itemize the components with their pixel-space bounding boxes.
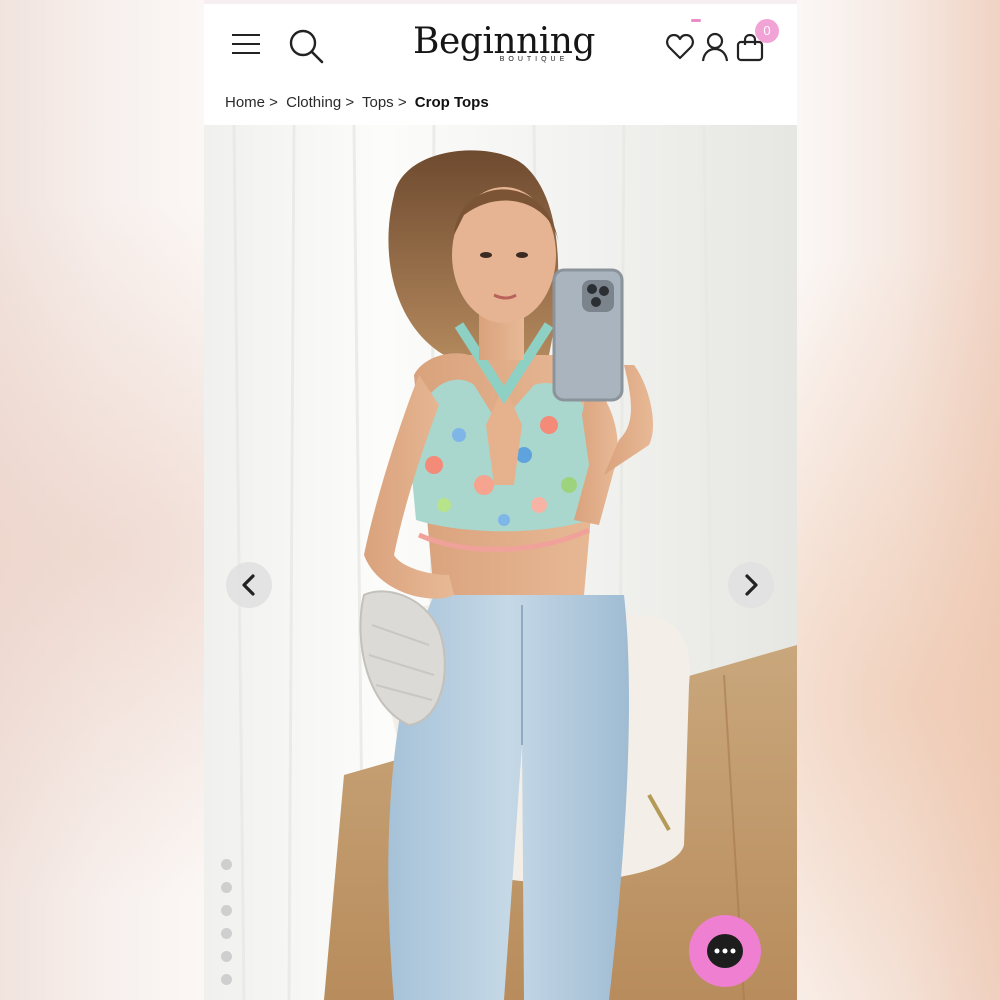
user-icon[interactable]	[701, 32, 729, 62]
pagination-dot[interactable]	[221, 974, 232, 985]
brand-logo[interactable]: Beginning BOUTIQUE	[404, 22, 604, 64]
chat-button[interactable]	[689, 915, 761, 987]
pagination-dot[interactable]	[221, 928, 232, 939]
gallery-pagination	[221, 859, 232, 997]
pagination-dot[interactable]	[221, 951, 232, 962]
chat-icon	[707, 934, 743, 968]
notification-dot	[691, 19, 701, 22]
menu-icon[interactable]	[232, 34, 262, 56]
chevron-left-icon	[242, 574, 255, 596]
model-photo	[204, 125, 797, 1000]
site-header: Beginning BOUTIQUE 0	[204, 4, 797, 88]
pagination-dot[interactable]	[221, 905, 232, 916]
breadcrumb: Home > Clothing > Tops > Crop Tops	[225, 94, 493, 111]
prev-image-button[interactable]	[226, 562, 272, 608]
cart-count-badge: 0	[755, 19, 779, 43]
mobile-page: Beginning BOUTIQUE 0 Home > Clothing > T…	[204, 0, 797, 1000]
breadcrumb-current: Crop Tops	[414, 94, 489, 111]
search-icon[interactable]	[288, 28, 326, 66]
heart-icon[interactable]	[666, 34, 694, 60]
pagination-dot[interactable]	[221, 859, 232, 870]
breadcrumb-clothing[interactable]: Clothing >	[286, 94, 354, 111]
product-image-gallery[interactable]	[204, 125, 797, 1000]
breadcrumb-tops[interactable]: Tops >	[362, 94, 407, 111]
pagination-dot[interactable]	[221, 882, 232, 893]
next-image-button[interactable]	[728, 562, 774, 608]
chevron-right-icon	[745, 574, 758, 596]
breadcrumb-home[interactable]: Home >	[225, 94, 278, 111]
